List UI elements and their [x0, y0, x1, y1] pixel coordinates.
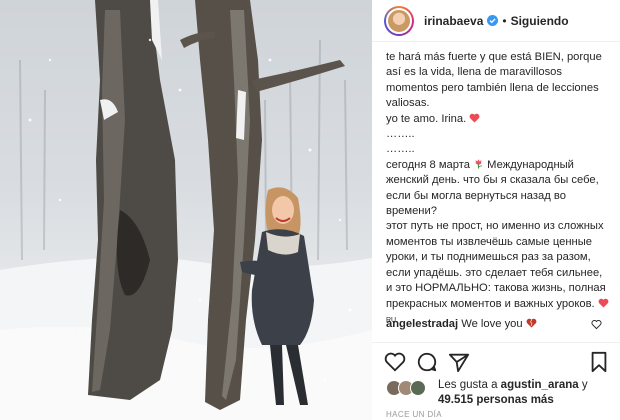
author-username[interactable]: irinabaeva: [424, 14, 483, 28]
liker-avatar[interactable]: [410, 380, 426, 396]
likes-text: Les gusta a agustin_arana y 49.515 perso…: [438, 378, 588, 408]
post-timestamp[interactable]: HACE UN DÍA: [386, 410, 442, 419]
caption-line: te hará más fuerte y que está BIEN, porq…: [386, 51, 602, 110]
header-separator: •: [502, 13, 507, 28]
broken-heart-emoji-icon: [526, 318, 537, 328]
comment-text: We love you: [461, 318, 523, 330]
likes-summary: Les gusta a agustin_arana y 49.515 perso…: [386, 378, 616, 408]
likes-count[interactable]: 49.515 personas más: [438, 394, 554, 406]
verified-badge-icon: [487, 15, 499, 26]
caption-ru-intro: сегодня 8 марта: [386, 158, 470, 171]
post-side-panel: irinabaeva • Siguiendo te hará más fuert…: [372, 0, 620, 420]
caption-line: yo te amo. Irina.: [386, 112, 610, 127]
bookmark-icon[interactable]: [588, 351, 610, 373]
caption-line: сегодня 8 марта Международный женский де…: [386, 158, 610, 220]
post-caption: te hará más fuerte y que está BIEN, porq…: [386, 50, 610, 338]
red-heart-emoji-icon: [469, 113, 480, 123]
likes-joiner: y: [581, 379, 588, 391]
tulip-emoji-icon: [475, 159, 483, 169]
likes-prefix: Les gusta a: [438, 379, 498, 391]
likes-user[interactable]: agustin_arana: [501, 379, 579, 391]
paper-plane-icon[interactable]: [448, 351, 470, 373]
comment-item: angelestradaj We love you: [386, 318, 610, 330]
caption-signoff: yo te amo. Irina.: [386, 112, 467, 125]
comment-username[interactable]: angelestradaj: [386, 318, 458, 330]
winter-forest-scene: [0, 0, 372, 420]
heart-outline-icon[interactable]: [384, 351, 406, 373]
following-button[interactable]: Siguiendo: [511, 14, 569, 28]
caption-dots: ……..: [386, 128, 415, 141]
caption-line: этот путь не прост, но именно из сложных…: [386, 219, 610, 328]
caption-dots: ……..: [386, 143, 415, 156]
avatar[interactable]: [384, 5, 414, 36]
red-heart-emoji-icon: [598, 298, 609, 308]
caption-ru-body: этот путь не прост, но именно из сложных…: [386, 220, 606, 310]
comment-bubble-icon[interactable]: [416, 351, 438, 373]
post-actions-bar: [372, 342, 620, 380]
post-photo[interactable]: [0, 0, 372, 420]
comment-like-icon[interactable]: [591, 319, 602, 330]
post-header: irinabaeva • Siguiendo: [372, 0, 620, 42]
